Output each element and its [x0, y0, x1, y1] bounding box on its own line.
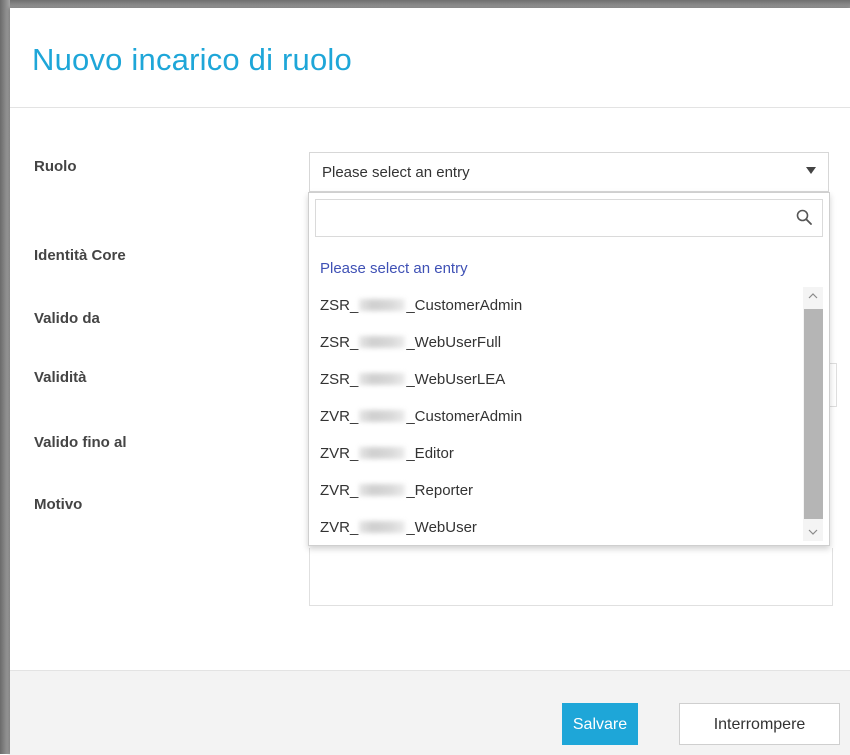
- dropdown-placeholder-option[interactable]: Please select an entry: [320, 260, 468, 277]
- option-prefix: ZSR_: [320, 334, 359, 351]
- option-suffix: _Editor: [406, 445, 454, 462]
- label-validita: Validità: [34, 369, 87, 386]
- label-ruolo: Ruolo: [34, 158, 77, 175]
- dropdown-option[interactable]: ZVR_ _Editor: [309, 435, 803, 472]
- redacted-text: [359, 484, 406, 497]
- dropdown-option[interactable]: ZSR_ _CustomerAdmin: [309, 287, 803, 324]
- redacted-text: [359, 299, 406, 312]
- option-suffix: _WebUser: [406, 519, 477, 536]
- option-prefix: ZSR_: [320, 371, 359, 388]
- ruolo-dropdown: Please select an entry ZSR_ _CustomerAdmi…: [308, 192, 830, 546]
- redacted-text: [359, 373, 406, 386]
- option-prefix: ZVR_: [320, 445, 359, 462]
- dialog-title: Nuovo incarico di ruolo: [32, 42, 352, 77]
- ruolo-select-value: Please select an entry: [322, 164, 470, 181]
- dropdown-search-input[interactable]: [316, 200, 796, 238]
- dropdown-option[interactable]: ZVR_ _WebUser: [309, 509, 803, 546]
- dropdown-scrollbar[interactable]: [803, 287, 823, 541]
- option-prefix: ZVR_: [320, 519, 359, 536]
- scroll-up-arrow-icon[interactable]: [803, 287, 823, 305]
- label-valido-da: Valido da: [34, 310, 100, 327]
- ruolo-select[interactable]: Please select an entry: [309, 152, 829, 192]
- label-identita-core: Identità Core: [34, 247, 126, 264]
- option-suffix: _WebUserFull: [406, 334, 502, 351]
- dialog-footer: Salvare Interrompere: [10, 670, 850, 755]
- role-assignment-dialog: Nuovo incarico di ruolo Ruolo Identità C…: [10, 8, 850, 755]
- motivo-textarea[interactable]: [309, 548, 833, 606]
- option-prefix: ZSR_: [320, 297, 359, 314]
- scroll-down-arrow-icon[interactable]: [803, 523, 823, 541]
- window-frame-top: [0, 0, 850, 8]
- chevron-down-icon[interactable]: [806, 167, 816, 174]
- option-suffix: _WebUserLEA: [406, 371, 506, 388]
- window-frame-left: [0, 0, 10, 754]
- dropdown-options-list: ZSR_ _CustomerAdmin ZSR_ _WebUserFull ZSR_…: [309, 287, 803, 546]
- dropdown-option[interactable]: ZSR_ _WebUserLEA: [309, 361, 803, 398]
- redacted-text: [359, 410, 406, 423]
- search-icon: [796, 209, 812, 225]
- redacted-text: [359, 521, 406, 534]
- title-divider: [10, 107, 850, 108]
- scrollbar-thumb[interactable]: [804, 309, 823, 519]
- dropdown-option[interactable]: ZVR_ _Reporter: [309, 472, 803, 509]
- cancel-button[interactable]: Interrompere: [679, 703, 840, 745]
- save-button[interactable]: Salvare: [562, 703, 638, 745]
- redacted-text: [359, 447, 406, 460]
- option-suffix: _CustomerAdmin: [406, 297, 523, 314]
- dropdown-option[interactable]: ZVR_ _CustomerAdmin: [309, 398, 803, 435]
- redacted-text: [359, 336, 406, 349]
- dropdown-search-box[interactable]: [315, 199, 823, 238]
- option-prefix: ZVR_: [320, 408, 359, 425]
- dropdown-option[interactable]: ZSR_ _WebUserFull: [309, 324, 803, 361]
- option-suffix: _Reporter: [406, 482, 474, 499]
- option-suffix: _CustomerAdmin: [406, 408, 523, 425]
- option-prefix: ZVR_: [320, 482, 359, 499]
- label-valido-fino-al: Valido fino al: [34, 434, 127, 451]
- label-motivo: Motivo: [34, 496, 83, 513]
